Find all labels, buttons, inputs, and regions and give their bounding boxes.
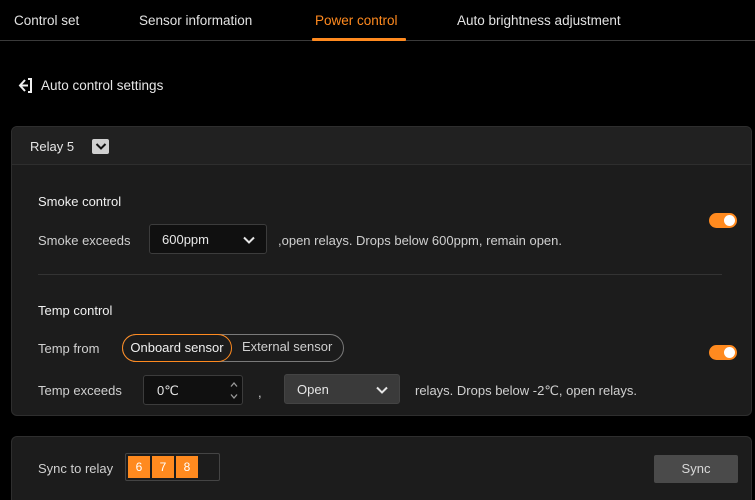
temp-from-label: Temp from — [38, 341, 100, 356]
smoke-threshold-select[interactable]: 600ppm — [149, 224, 267, 254]
sync-relay-6[interactable]: 6 — [128, 456, 150, 478]
temp-comma: , — [258, 385, 262, 400]
temp-action-value: Open — [297, 382, 329, 397]
smoke-description: ,open relays. Drops below 600ppm, remain… — [278, 233, 562, 248]
sync-panel: Sync to relay 6 7 8 Sync — [11, 436, 752, 500]
tab-sensor-information[interactable]: Sensor information — [139, 13, 252, 28]
temp-description: relays. Drops below -2℃, open relays. — [415, 383, 637, 398]
stepper-down-button[interactable] — [227, 390, 240, 402]
sync-relay-8[interactable]: 8 — [176, 456, 198, 478]
relay-label: Relay 5 — [30, 139, 75, 154]
sync-button[interactable]: Sync — [654, 455, 738, 483]
chevron-down-icon — [230, 393, 237, 399]
sync-to-relay-label: Sync to relay — [38, 461, 114, 476]
stepper-up-button[interactable] — [227, 378, 240, 390]
sync-relay-list: 6 7 8 — [128, 456, 200, 478]
active-tab-indicator — [312, 38, 406, 41]
back-arrow-icon — [18, 78, 32, 93]
temp-threshold-input[interactable]: 0℃ — [143, 375, 243, 405]
temp-action-select[interactable]: Open — [284, 374, 400, 404]
relay-header: Relay 5 — [12, 127, 751, 165]
temp-stepper — [227, 378, 240, 402]
temp-control-toggle[interactable] — [709, 345, 737, 360]
chevron-down-icon — [95, 143, 106, 150]
temp-threshold-value: 0℃ — [157, 383, 179, 398]
tab-power-control[interactable]: Power control — [315, 13, 398, 28]
smoke-control-toggle[interactable] — [709, 213, 737, 228]
back-button[interactable]: Auto control settings — [16, 77, 163, 94]
section-divider — [38, 274, 722, 275]
tab-control-set[interactable]: Control set — [14, 13, 79, 28]
relay-panel: Relay 5 Smoke control Smoke exceeds 600p… — [11, 126, 752, 416]
smoke-control-title: Smoke control — [38, 194, 122, 209]
sync-relay-7[interactable]: 7 — [152, 456, 174, 478]
tab-auto-brightness-adjustment[interactable]: Auto brightness adjustment — [457, 13, 621, 28]
toggle-knob — [724, 347, 735, 358]
smoke-exceeds-label: Smoke exceeds — [38, 233, 131, 248]
temp-source-selector: Onboard sensor External sensor — [122, 334, 344, 362]
temp-exceeds-label: Temp exceeds — [38, 383, 122, 398]
relay-dropdown-button[interactable] — [92, 139, 109, 154]
source-external-sensor[interactable]: External sensor — [242, 334, 332, 362]
back-label: Auto control settings — [41, 78, 164, 93]
chevron-down-icon — [243, 236, 255, 244]
chevron-down-icon — [376, 386, 388, 394]
toggle-knob — [724, 215, 735, 226]
tab-bar: Control set Sensor information Power con… — [0, 0, 755, 41]
smoke-threshold-value: 600ppm — [162, 232, 209, 247]
temp-control-title: Temp control — [38, 303, 113, 318]
chevron-up-icon — [230, 381, 237, 387]
source-onboard-sensor[interactable]: Onboard sensor — [122, 334, 232, 362]
